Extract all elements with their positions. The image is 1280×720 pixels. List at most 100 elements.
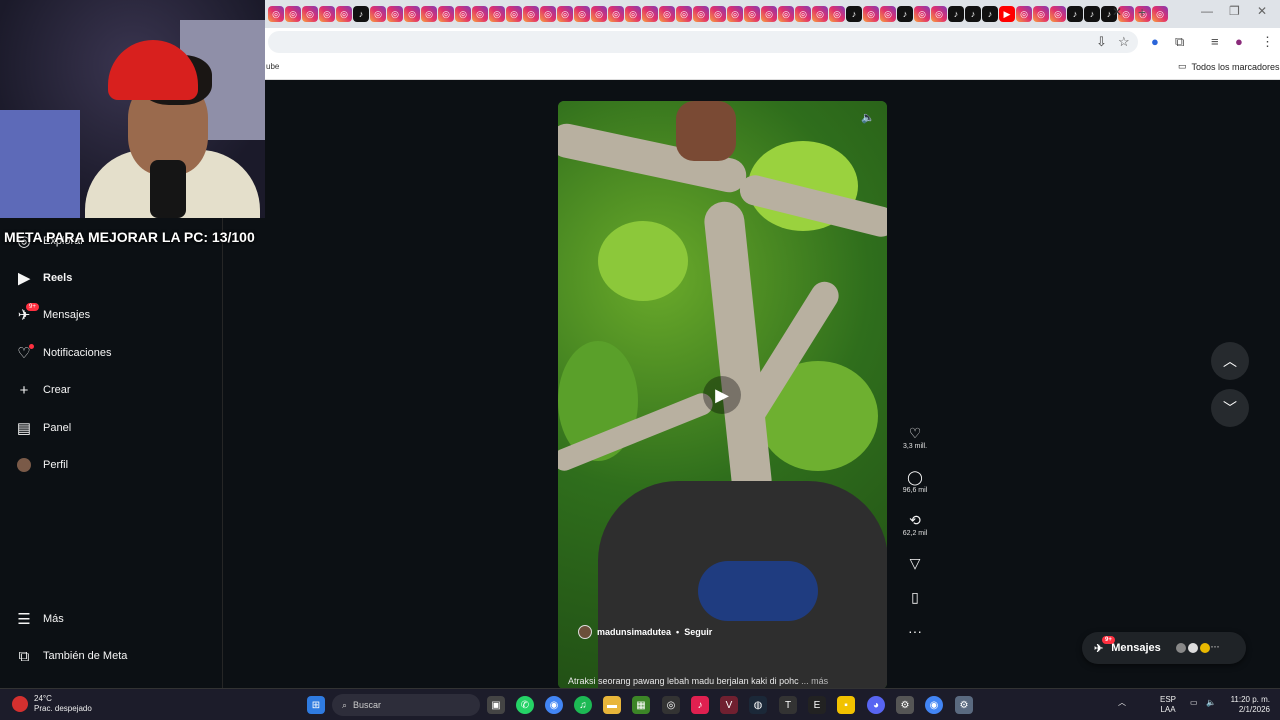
instagram-tab-icon[interactable]: ◎ (608, 6, 624, 22)
next-reel-button[interactable]: ﹀ (1211, 389, 1249, 427)
instagram-tab-icon[interactable]: ◎ (659, 6, 675, 22)
bookmark-star-icon[interactable]: ☆ (1118, 34, 1130, 50)
steam-icon[interactable]: ◍ (749, 696, 767, 714)
instagram-tab-icon[interactable]: ◎ (676, 6, 692, 22)
profile-avatar[interactable]: ● (1235, 34, 1243, 49)
volume-icon[interactable]: 🔈 (1206, 698, 1216, 708)
instagram-tab-icon[interactable]: ◎ (1016, 6, 1032, 22)
comment-icon[interactable]: ◯ (895, 469, 935, 485)
instagram-tab-icon[interactable]: ◎ (1152, 6, 1168, 22)
tiktok-tab-icon[interactable]: ♪ (897, 6, 913, 22)
epic-games-icon[interactable]: E (808, 696, 826, 714)
tiktok-tab-icon[interactable]: ♪ (948, 6, 964, 22)
instagram-tab-icon[interactable]: ◎ (727, 6, 743, 22)
instagram-tab-icon[interactable]: ◎ (387, 6, 403, 22)
play-button[interactable]: ▶ (703, 376, 741, 414)
sidebar-item-perfil[interactable]: Perfil (16, 453, 68, 477)
instagram-tab-icon[interactable]: ◎ (523, 6, 539, 22)
previous-reel-button[interactable]: ︿ (1211, 342, 1249, 380)
instagram-tab-icon[interactable]: ◎ (642, 6, 658, 22)
app-icon[interactable]: V (720, 696, 738, 714)
taskbar-search[interactable]: ⌕ Buscar (332, 694, 480, 716)
chrome-icon[interactable]: ◉ (545, 696, 563, 714)
tiktok-tab-icon[interactable]: ♪ (1084, 6, 1100, 22)
tiktok-tab-icon[interactable]: ♪ (982, 6, 998, 22)
instagram-tab-icon[interactable]: ◎ (812, 6, 828, 22)
task-view-icon[interactable]: ▣ (487, 696, 505, 714)
instagram-tab-icon[interactable]: ◎ (489, 6, 505, 22)
minimize-button[interactable]: — (1201, 4, 1213, 18)
instagram-tab-icon[interactable]: ◎ (710, 6, 726, 22)
file-explorer-icon[interactable]: ▬ (603, 696, 621, 714)
instagram-tab-icon[interactable]: ◎ (744, 6, 760, 22)
obs-icon[interactable]: ◎ (662, 696, 680, 714)
save-action[interactable]: ▯ (895, 589, 935, 605)
install-icon[interactable]: ⇩ (1096, 34, 1107, 50)
instagram-tab-icon[interactable]: ◎ (319, 6, 335, 22)
menu-icon[interactable]: ⋮ (1261, 34, 1274, 50)
close-tab-icon[interactable]: ✕ (1112, 5, 1126, 21)
settings-icon[interactable]: ⚙ (896, 696, 914, 714)
instagram-tab-icon[interactable]: ◎ (591, 6, 607, 22)
author-username[interactable]: madunsimadutea (597, 627, 671, 637)
caption-more-link[interactable]: ... más (801, 676, 828, 686)
instagram-tab-icon[interactable]: ◎ (625, 6, 641, 22)
instagram-tab-icon[interactable]: ◎ (540, 6, 556, 22)
author-avatar[interactable] (578, 625, 592, 639)
minecraft-icon[interactable]: ▦ (632, 696, 650, 714)
instagram-tab-icon[interactable]: ◎ (285, 6, 301, 22)
instagram-tab-icon[interactable]: ◎ (370, 6, 386, 22)
sidebar-item-panel[interactable]: ▤ Panel (16, 416, 71, 440)
instagram-tab-icon[interactable]: ◎ (574, 6, 590, 22)
puzzle-icon[interactable]: ⧉ (1175, 34, 1184, 50)
instagram-tab-icon[interactable]: ◎ (421, 6, 437, 22)
tiktok-icon[interactable]: ♪ (691, 696, 709, 714)
tiktok-tab-icon[interactable]: ♪ (965, 6, 981, 22)
instagram-tab-icon[interactable]: ◎ (693, 6, 709, 22)
more-options[interactable]: ··· (895, 623, 935, 639)
instagram-tab-icon[interactable]: ◎ (302, 6, 318, 22)
instagram-tab-icon[interactable]: ◎ (506, 6, 522, 22)
instagram-tab-icon[interactable]: ◎ (268, 6, 284, 22)
instagram-tab-icon[interactable]: ◎ (795, 6, 811, 22)
clock[interactable]: 11:20 p. m. 2/1/2026 (1226, 695, 1270, 715)
messages-pill[interactable]: ✈ 9+ Mensajes ··· (1082, 632, 1246, 664)
repost-action[interactable]: ⟲ 62,2 mil (895, 512, 935, 537)
share-action[interactable]: ▽ (895, 555, 935, 571)
instagram-tab-icon[interactable]: ◎ (336, 6, 352, 22)
follow-button[interactable]: Seguir (684, 627, 712, 637)
reel-author[interactable]: madunsimadutea • Seguir (578, 625, 712, 639)
reel-video[interactable]: ▶ 🔈 madunsimadutea • Seguir Atraksi seor… (558, 101, 887, 689)
sticky-notes-icon[interactable]: ▪ (837, 696, 855, 714)
instagram-tab-icon[interactable]: ◎ (863, 6, 879, 22)
sidebar-item-reels[interactable]: ▶ Reels (16, 266, 72, 290)
sidebar-item-meta[interactable]: ⧉ También de Meta (16, 644, 128, 668)
more-icon[interactable]: ··· (895, 623, 935, 639)
send-icon[interactable]: ▽ (895, 555, 935, 571)
instagram-tab-icon[interactable]: ◎ (914, 6, 930, 22)
youtube-tab-icon[interactable]: ▶ (999, 6, 1015, 22)
instagram-tab-icon[interactable]: ◎ (472, 6, 488, 22)
discord-icon[interactable]: ◕ (867, 696, 885, 714)
app-icon[interactable]: ⚙ (955, 696, 973, 714)
repost-icon[interactable]: ⟲ (895, 512, 935, 528)
instagram-tab-icon[interactable]: ◎ (931, 6, 947, 22)
chrome-icon[interactable]: ◉ (925, 696, 943, 714)
tiktok-tab-icon[interactable]: ♪ (353, 6, 369, 22)
extension-icon[interactable]: ● (1151, 34, 1159, 49)
instagram-tab-icon[interactable]: ◎ (778, 6, 794, 22)
instagram-tab-icon[interactable]: ◎ (1050, 6, 1066, 22)
sound-icon[interactable]: 🔈 (861, 111, 875, 124)
sidebar-item-mensajes[interactable]: ✈ 9+ Mensajes (16, 303, 90, 327)
instagram-tab-icon[interactable]: ◎ (761, 6, 777, 22)
tray-overflow-icon[interactable]: ︿ (1118, 698, 1126, 708)
instagram-tab-icon[interactable]: ◎ (1033, 6, 1049, 22)
address-bar[interactable] (268, 31, 1138, 53)
sidebar-item-crear[interactable]: + Crear (16, 378, 71, 402)
comment-action[interactable]: ◯ 96,6 mil (895, 469, 935, 494)
weather-widget[interactable]: 24°C Prac. despejado (12, 694, 92, 714)
maximize-button[interactable]: ❐ (1229, 4, 1240, 18)
network-icon[interactable]: ▭ (1190, 698, 1198, 708)
bookmark-icon[interactable]: ▯ (895, 589, 935, 605)
start-icon[interactable]: ⊞ (307, 696, 325, 714)
